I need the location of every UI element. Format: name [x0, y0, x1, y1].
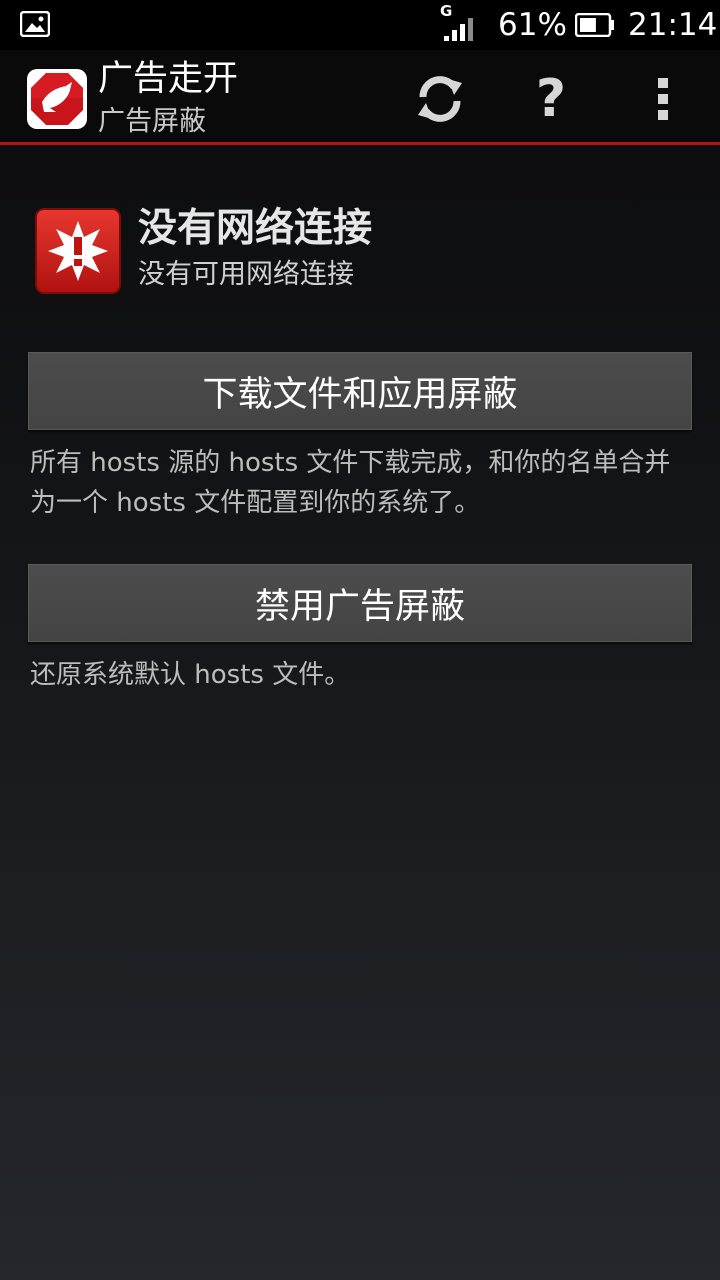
refresh-button[interactable]	[405, 64, 475, 134]
action-bar-divider	[0, 142, 720, 145]
app-subtitle: 广告屏蔽	[98, 106, 206, 137]
signal-icon: G	[440, 2, 480, 42]
clock: 21:14	[628, 7, 718, 43]
battery-percent: 61%	[498, 7, 567, 43]
gallery-notification-icon	[20, 11, 50, 37]
warning-icon	[35, 208, 121, 294]
disable-blocking-button[interactable]: 禁用广告屏蔽	[28, 564, 692, 642]
status-bar: G 61% 21:14	[0, 0, 720, 50]
overflow-menu-icon	[658, 78, 668, 120]
refresh-icon	[418, 76, 462, 122]
help-icon: ?	[535, 69, 567, 129]
status-subtitle: 没有可用网络连接	[138, 259, 354, 290]
status-title: 没有网络连接	[138, 206, 373, 251]
help-button[interactable]: ?	[516, 64, 586, 134]
battery-icon	[575, 13, 614, 37]
apply-description: 所有 hosts 源的 hosts 文件下载完成，和你的名单合并为一个 host…	[30, 448, 671, 518]
network-status: 没有网络连接 没有可用网络连接	[34, 205, 674, 300]
apply-blocking-button[interactable]: 下载文件和应用屏蔽	[28, 352, 692, 430]
overflow-menu-button[interactable]	[628, 64, 698, 134]
action-bar: 广告走开 广告屏蔽 ?	[0, 50, 720, 142]
app-title: 广告走开	[98, 59, 239, 99]
disable-description: 还原系统默认 hosts 文件。	[30, 660, 351, 690]
app-logo-icon[interactable]	[26, 68, 88, 130]
